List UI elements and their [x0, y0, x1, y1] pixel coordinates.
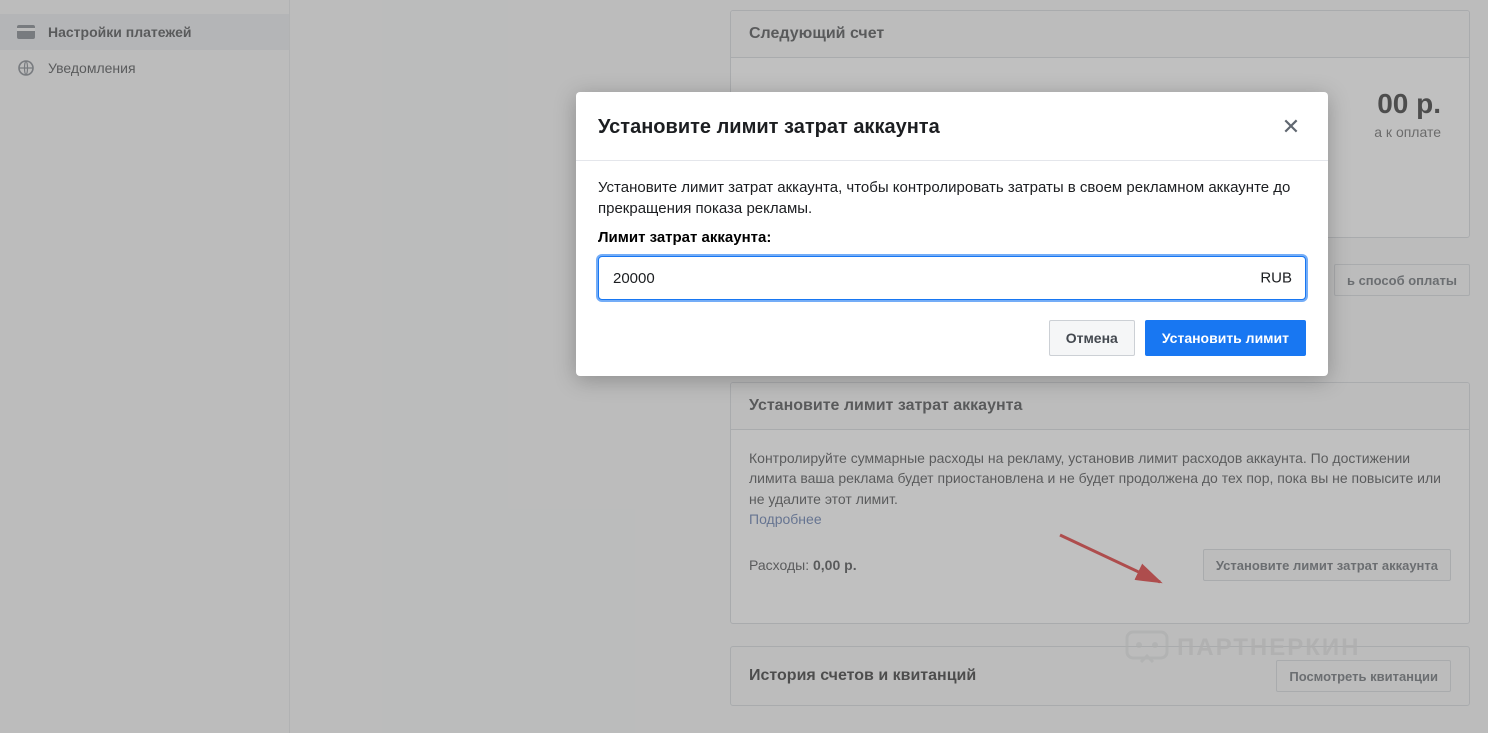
modal-title: Установите лимит затрат аккаунта — [598, 116, 940, 139]
close-icon[interactable]: ✕ — [1276, 112, 1306, 142]
confirm-set-limit-button[interactable]: Установить лимит — [1145, 320, 1306, 356]
set-limit-modal: Установите лимит затрат аккаунта ✕ Устан… — [576, 92, 1328, 376]
modal-description: Установите лимит затрат аккаунта, чтобы … — [598, 177, 1306, 219]
cancel-button[interactable]: Отмена — [1049, 320, 1135, 356]
limit-input-label: Лимит затрат аккаунта: — [598, 229, 1306, 246]
currency-suffix: RUB — [1260, 270, 1292, 287]
limit-input[interactable] — [598, 256, 1306, 300]
